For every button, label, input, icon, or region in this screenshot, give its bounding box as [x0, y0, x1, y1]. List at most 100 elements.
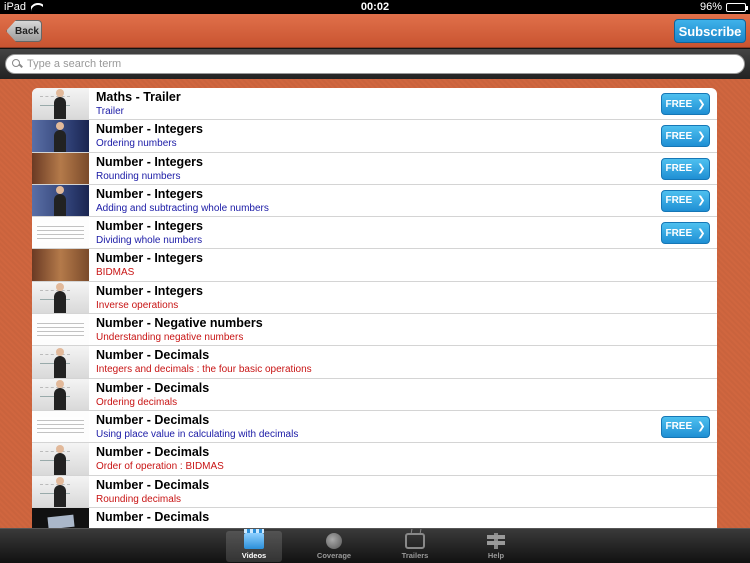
- free-button-label: FREE: [665, 130, 693, 142]
- video-thumbnail: [32, 152, 89, 184]
- video-title: Number - Integers: [96, 154, 203, 169]
- subscribe-button[interactable]: Subscribe: [674, 19, 746, 43]
- list-item[interactable]: Number - Decimals Using place value in ca…: [32, 410, 717, 444]
- search-input[interactable]: [27, 58, 744, 70]
- list-item-text: Number - Integers Rounding numbers: [89, 153, 717, 184]
- video-subtitle: Inverse operations: [96, 299, 179, 311]
- video-thumbnail: [32, 410, 89, 443]
- free-button[interactable]: FREE ❯: [661, 189, 710, 212]
- list-item-text: Number - Integers Adding and subtracting …: [89, 185, 717, 216]
- free-button-label: FREE: [665, 421, 693, 433]
- tab-label: Trailers: [401, 551, 429, 560]
- video-title: Number - Integers: [96, 283, 203, 298]
- video-thumbnail: [32, 88, 89, 120]
- list-item[interactable]: Number - Integers Ordering numbers FREE ❯: [32, 120, 717, 153]
- video-subtitle: Using place value in calculating with de…: [96, 428, 299, 440]
- video-title: Number - Negative numbers: [96, 316, 263, 331]
- free-button[interactable]: FREE ❯: [661, 125, 710, 148]
- video-title: Number - Decimals: [96, 445, 210, 460]
- list-item[interactable]: Number - Integers Inverse operations: [32, 281, 717, 315]
- free-button-label: FREE: [665, 227, 693, 239]
- thumbnail-presenter: [54, 186, 66, 217]
- free-button[interactable]: FREE ❯: [661, 415, 710, 438]
- tab-help[interactable]: Help: [468, 531, 524, 562]
- search-bar: [0, 49, 750, 79]
- list-item-text: Number - Integers BIDMAS: [89, 249, 717, 280]
- thumbnail-presenter: [54, 347, 66, 378]
- free-button[interactable]: FREE ❯: [661, 93, 710, 115]
- tab-label: Coverage: [316, 551, 352, 560]
- list-item[interactable]: Number - Integers Adding and subtracting …: [32, 184, 717, 218]
- thumbnail-text-lines: [37, 320, 84, 340]
- list-item-text: Number - Integers Ordering numbers: [89, 120, 717, 151]
- thumbnail-presenter: [54, 283, 66, 314]
- thumbnail-presenter: [54, 121, 66, 152]
- search-field[interactable]: [5, 54, 745, 74]
- tv-icon: [405, 533, 425, 549]
- thumbnail-presenter: [54, 379, 66, 410]
- tab-label: Help: [487, 551, 505, 560]
- list-item[interactable]: Number - Decimals Integers and decimals :…: [32, 346, 717, 379]
- list-item[interactable]: Number - Decimals Order of operation : BI…: [32, 443, 717, 476]
- list-item-text: Number - Integers Inverse operations: [89, 282, 717, 313]
- globe-icon: [326, 533, 342, 549]
- video-thumbnail: [32, 249, 89, 281]
- video-subtitle: Integers and decimals : the four basic o…: [96, 364, 312, 376]
- list-item[interactable]: Number - Decimals Rounding decimals: [32, 475, 717, 508]
- list-item-text: Maths - Trailer Trailer: [89, 88, 717, 119]
- video-subtitle: Rounding numbers: [96, 170, 181, 182]
- content-area: Maths - Trailer Trailer FREE ❯ Number - Inte…: [0, 79, 750, 528]
- video-thumbnail: [32, 346, 89, 378]
- free-button-label: FREE: [665, 163, 693, 175]
- free-button-label: FREE: [665, 98, 693, 110]
- chevron-right-icon: ❯: [697, 163, 706, 175]
- chevron-right-icon: ❯: [697, 227, 706, 239]
- list-item[interactable]: Number - Integers Rounding numbers FREE ❯: [32, 152, 717, 185]
- video-subtitle: Adding and subtracting whole numbers: [96, 202, 269, 214]
- list-item[interactable]: Number - Integers BIDMAS: [32, 249, 717, 282]
- status-right: 96%: [699, 0, 748, 14]
- thumbnail-presenter: [54, 89, 66, 120]
- free-button-label: FREE: [665, 195, 693, 207]
- video-thumbnail: [32, 281, 89, 314]
- chevron-right-icon: ❯: [697, 98, 706, 110]
- video-thumbnail: [32, 184, 89, 217]
- tab-trailers[interactable]: Trailers: [387, 531, 443, 562]
- list-item[interactable]: Number - Integers Dividing whole numbers F…: [32, 217, 717, 250]
- tab-videos[interactable]: Videos: [226, 529, 282, 562]
- list-item[interactable]: Maths - Trailer Trailer FREE ❯: [32, 88, 717, 121]
- thumbnail-card: [47, 514, 75, 528]
- list-item-text: Number - Decimals Using place value in ca…: [89, 411, 717, 442]
- tab-bar: Videos Coverage Trailers Help: [0, 528, 750, 563]
- chevron-right-icon: ❯: [697, 421, 706, 433]
- video-subtitle: Trailer: [96, 106, 124, 117]
- video-subtitle: Rounding decimals: [96, 493, 182, 505]
- back-button[interactable]: Back: [6, 20, 42, 42]
- video-thumbnail: [32, 443, 89, 475]
- status-bar: iPad 00:02 96%: [0, 0, 750, 14]
- free-button[interactable]: FREE ❯: [661, 157, 710, 180]
- free-button[interactable]: FREE ❯: [661, 222, 710, 245]
- video-title: Number - Decimals: [96, 477, 210, 492]
- video-title: Number - Integers: [96, 186, 203, 201]
- thumbnail-text-lines: [37, 416, 84, 437]
- list-item-text: Number - Integers Dividing whole numbers: [89, 217, 717, 248]
- video-thumbnail: [32, 378, 89, 410]
- tab-coverage[interactable]: Coverage: [306, 531, 362, 562]
- video-list[interactable]: Maths - Trailer Trailer FREE ❯ Number - Inte…: [32, 88, 717, 528]
- navigation-bar: Back Subscribe: [0, 14, 750, 48]
- battery-percent: 96%: [699, 1, 722, 13]
- video-thumbnail: [32, 314, 89, 346]
- video-title: Number - Decimals: [96, 380, 210, 395]
- video-title: Maths - Trailer: [96, 90, 181, 104]
- chevron-right-icon: ❯: [697, 130, 706, 142]
- list-item-text: Number - Decimals Ordering decimals: [89, 379, 717, 410]
- list-item[interactable]: Number - Decimals: [32, 507, 717, 528]
- list-item-text: Number - Decimals Order of operation : BI…: [89, 443, 717, 474]
- list-item[interactable]: Number - Decimals Ordering decimals: [32, 378, 717, 411]
- video-title: Number - Decimals: [96, 348, 210, 363]
- list-item[interactable]: Number - Negative numbers Understanding n…: [32, 314, 717, 347]
- battery-icon: [726, 2, 748, 12]
- clock: 00:02: [360, 1, 390, 13]
- video-subtitle: BIDMAS: [96, 267, 135, 279]
